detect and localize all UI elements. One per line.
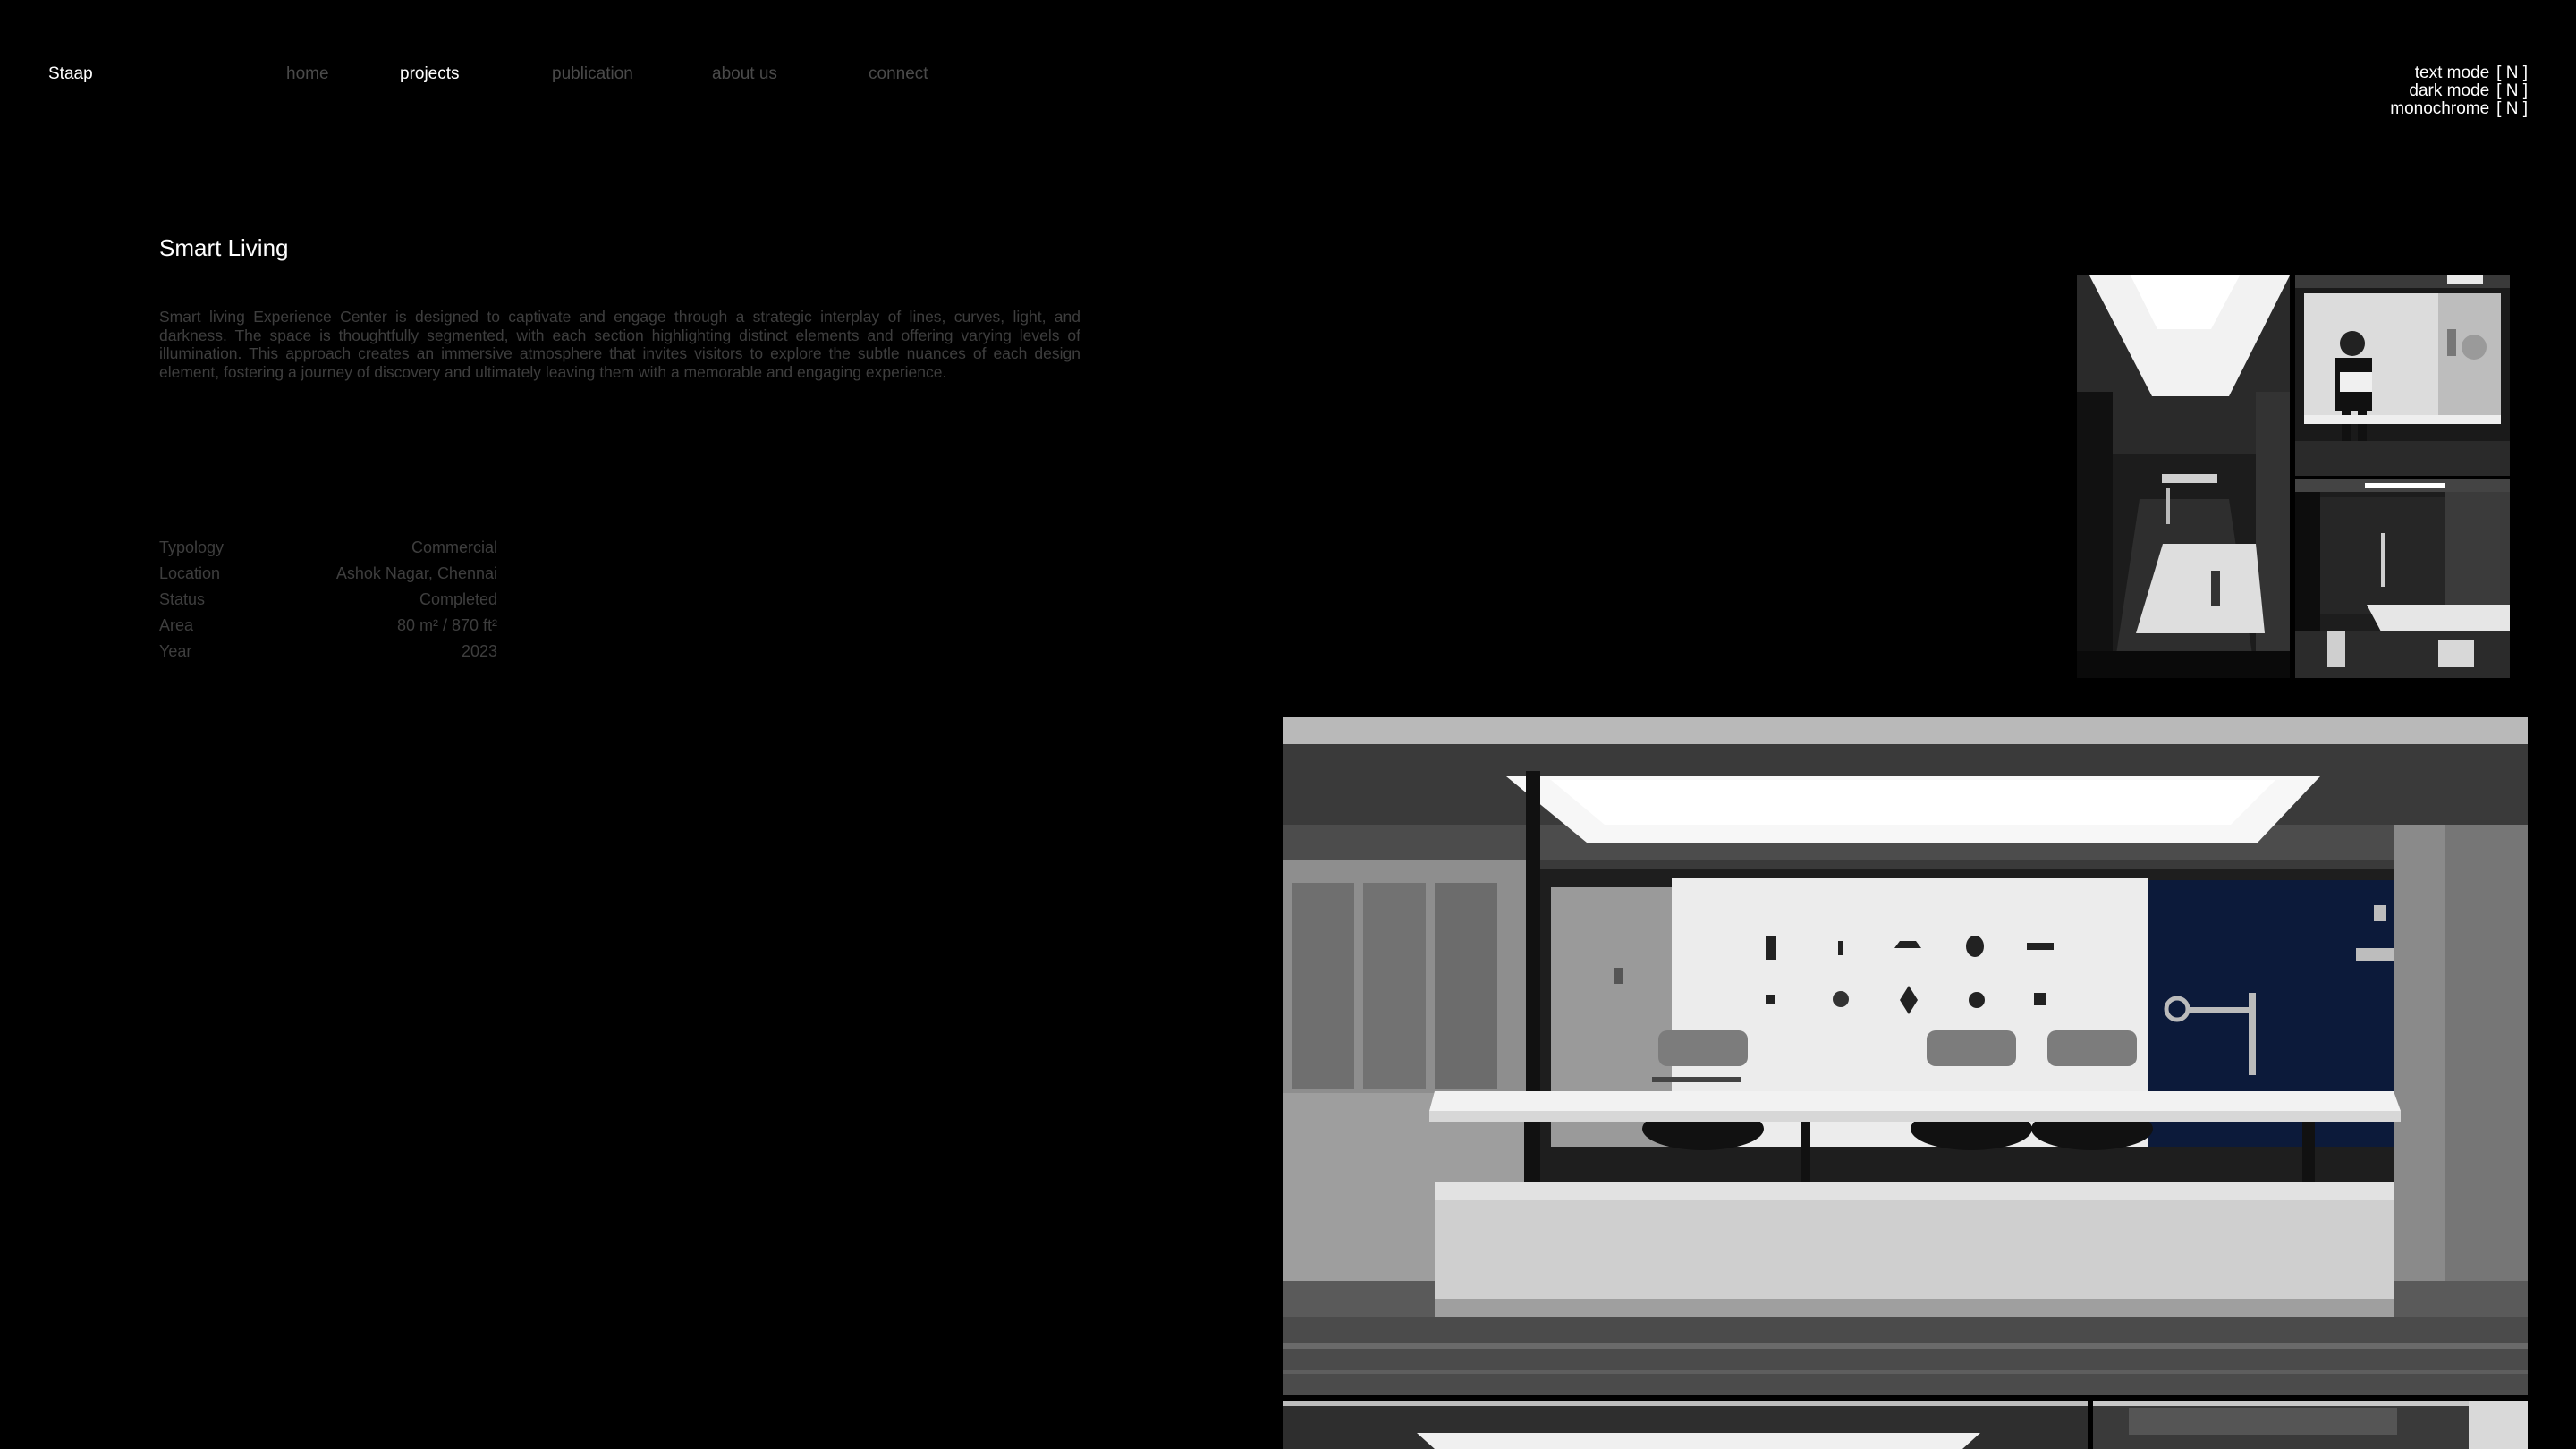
brand-logo[interactable]: Staap <box>48 64 93 84</box>
text-mode-toggle[interactable]: text mode [ N ] <box>2390 64 2528 82</box>
gallery-thumbnail-presenter[interactable] <box>2295 275 2510 476</box>
spec-value: 80 m² / 870 ft² <box>396 616 497 634</box>
gallery-image-lower-right[interactable] <box>2093 1401 2528 1449</box>
text-mode-label: text mode <box>2414 64 2490 82</box>
spec-value: Commercial <box>411 538 497 556</box>
nav-connect[interactable]: connect <box>869 64 928 84</box>
spec-row-typology: Typology Commercial <box>159 535 497 561</box>
project-specs: Typology Commercial Location Ashok Nagar… <box>159 535 497 665</box>
display-mode-toggles: text mode [ N ] dark mode [ N ] monochrome… <box>2390 64 2528 118</box>
dark-mode-label: dark mode <box>2409 81 2490 100</box>
spec-label: Year <box>159 642 192 660</box>
spec-row-area: Area 80 m² / 870 ft² <box>159 613 497 639</box>
dark-mode-state: [ N ] <box>2496 81 2528 100</box>
dark-mode-toggle[interactable]: dark mode [ N ] <box>2390 82 2528 100</box>
monochrome-state: [ N ] <box>2496 99 2528 118</box>
gallery-image-lower-left[interactable] <box>1283 1401 2088 1449</box>
spec-row-location: Location Ashok Nagar, Chennai <box>159 561 497 587</box>
nav-about-us[interactable]: about us <box>712 64 777 84</box>
monochrome-label: monochrome <box>2390 99 2490 118</box>
nav-publication[interactable]: publication <box>552 64 633 84</box>
spec-row-year: Year 2023 <box>159 639 497 665</box>
spec-value: 2023 <box>461 642 497 660</box>
gallery-thumbnail-workstation[interactable] <box>2295 479 2510 678</box>
project-description: Smart living Experience Center is design… <box>159 308 1080 381</box>
spec-label: Status <box>159 590 206 608</box>
hero-project-image[interactable] <box>1283 717 2528 1395</box>
spec-value: Ashok Nagar, Chennai <box>335 564 497 582</box>
spec-value: Completed <box>419 590 497 608</box>
text-mode-state: [ N ] <box>2496 64 2528 82</box>
spec-label: Typology <box>159 538 225 556</box>
spec-row-status: Status Completed <box>159 587 497 613</box>
spec-label: Location <box>159 564 221 582</box>
nav-projects[interactable]: projects <box>400 64 460 84</box>
spec-label: Area <box>159 616 194 634</box>
monochrome-toggle[interactable]: monochrome [ N ] <box>2390 100 2528 118</box>
nav-home[interactable]: home <box>286 64 329 84</box>
gallery-thumbnail-corridor[interactable] <box>2077 275 2290 678</box>
project-title: Smart Living <box>159 234 289 261</box>
